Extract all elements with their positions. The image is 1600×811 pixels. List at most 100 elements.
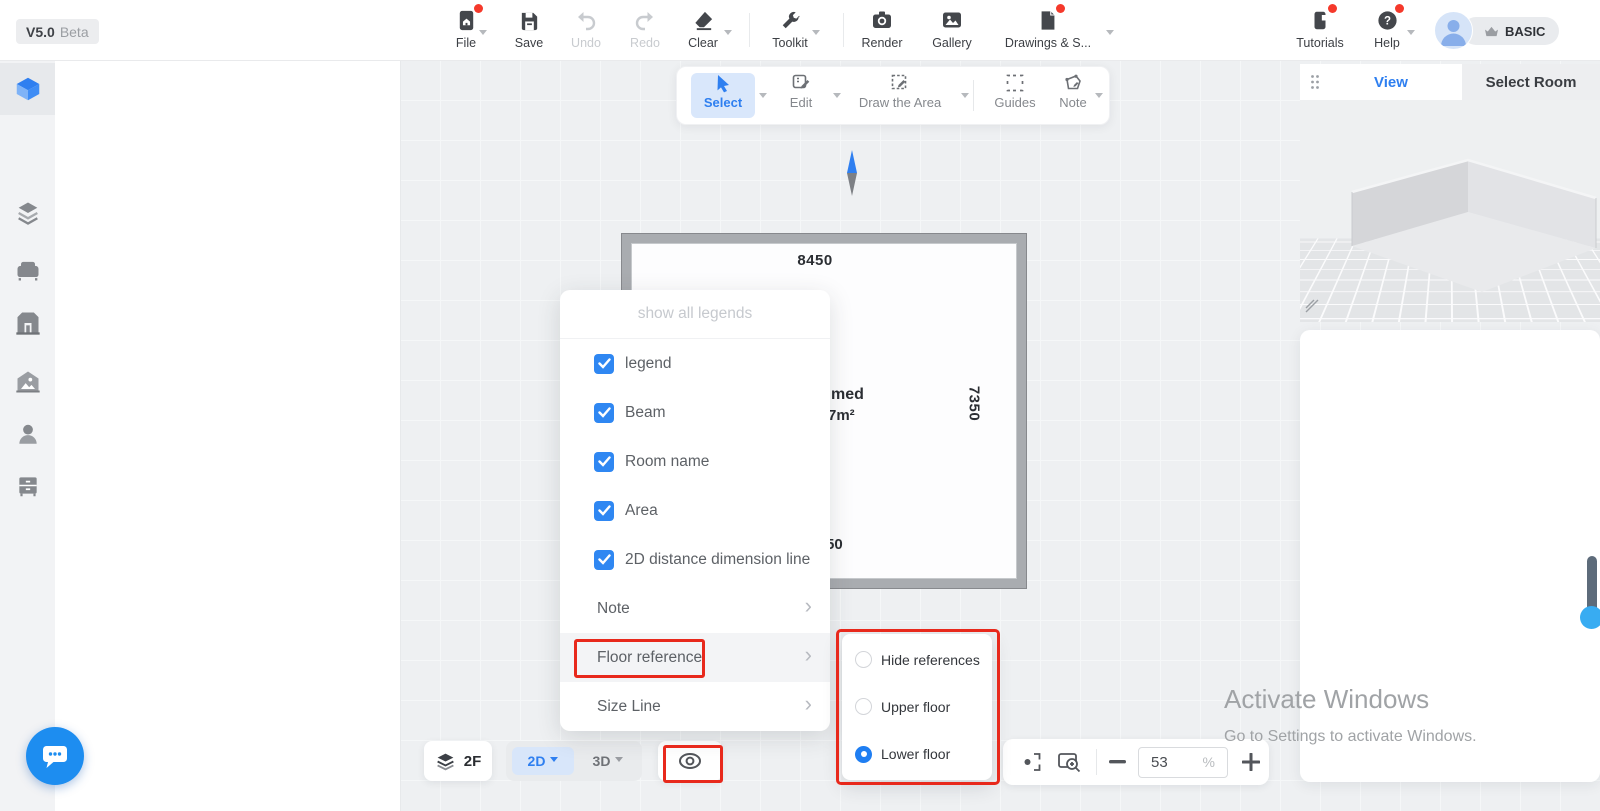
gallery-icon <box>939 7 965 33</box>
panel-scrollbar-thumb[interactable] <box>1580 606 1600 629</box>
menu-item-label: Floor reference <box>597 649 702 667</box>
note-tool-label: Note <box>1059 95 1086 110</box>
zoom-level-input[interactable]: 53 % <box>1138 747 1228 778</box>
visibility-button[interactable] <box>658 741 722 781</box>
menu-item-note[interactable]: Note › <box>560 584 830 633</box>
version-label: V5.0 <box>26 24 55 40</box>
guides-tool-button[interactable]: Guides <box>983 73 1047 110</box>
mode-3d-button[interactable]: 3D <box>574 753 642 769</box>
tab-select-room-label: Select Room <box>1486 74 1577 91</box>
rail-item-floorplan[interactable] <box>0 63 55 115</box>
note-tool-button[interactable]: Note <box>1049 73 1097 110</box>
undo-icon <box>573 7 599 33</box>
clear-caret-icon[interactable] <box>724 30 732 39</box>
resize-handle-icon[interactable] <box>1304 298 1320 314</box>
zoom-area-icon[interactable] <box>1057 751 1082 773</box>
rail-item-templates[interactable] <box>0 356 55 408</box>
rail-item-furniture[interactable] <box>0 244 55 296</box>
checkbox-checked-icon[interactable] <box>594 501 614 521</box>
tutorials-button[interactable]: Tutorials <box>1287 7 1353 50</box>
tab-select-room[interactable]: Select Room <box>1462 64 1600 100</box>
menu-item-2d-dimension-line[interactable]: 2D distance dimension line <box>560 535 830 584</box>
option-label: Hide references <box>881 652 980 668</box>
menu-item-room-name[interactable]: Room name <box>560 437 830 486</box>
zoom-in-icon[interactable] <box>1242 753 1260 771</box>
note-caret-icon[interactable] <box>1095 93 1103 102</box>
draw-area-caret-icon[interactable] <box>961 93 969 102</box>
gallery-label: Gallery <box>932 36 972 50</box>
radio-selected-icon[interactable] <box>855 746 872 763</box>
crown-icon <box>1484 25 1499 38</box>
viewport-tabs: View Select Room <box>1300 64 1600 100</box>
file-notification-dot <box>474 4 483 13</box>
edit-tool-button[interactable]: Edit <box>773 73 829 110</box>
checkbox-checked-icon[interactable] <box>594 354 614 374</box>
menu-item-area[interactable]: Area <box>560 486 830 535</box>
fit-view-icon[interactable] <box>1021 751 1043 773</box>
menu-item-label: 2D distance dimension line <box>625 551 810 569</box>
checkbox-checked-icon[interactable] <box>594 550 614 570</box>
select-tool-button[interactable]: Select <box>691 73 755 118</box>
menu-header[interactable]: show all legends <box>560 290 830 338</box>
drawings-button[interactable]: Drawings & S... <box>1000 7 1096 50</box>
undo-button[interactable]: Undo <box>553 7 619 50</box>
render-button[interactable]: Render <box>849 7 915 50</box>
chevron-right-icon: › <box>805 693 812 715</box>
gallery-button[interactable]: Gallery <box>919 7 985 50</box>
edit-caret-icon[interactable] <box>833 93 841 102</box>
select-caret-icon[interactable] <box>759 93 767 102</box>
dimension-top: 8450 <box>622 252 1008 269</box>
menu-item-floor-reference[interactable]: Floor reference › <box>560 633 830 682</box>
chat-support-button[interactable] <box>26 727 84 785</box>
note-icon <box>1063 73 1083 93</box>
file-caret-icon[interactable] <box>479 30 487 39</box>
checkbox-checked-icon[interactable] <box>594 403 614 423</box>
radio-unselected-icon[interactable] <box>855 651 872 668</box>
rail-item-account[interactable] <box>0 408 55 460</box>
option-upper-floor[interactable]: Upper floor <box>842 683 992 730</box>
document-icon <box>1035 7 1061 33</box>
floor-switch-button[interactable]: 2F <box>424 741 492 781</box>
checkbox-checked-icon[interactable] <box>594 452 614 472</box>
plan-badge[interactable]: BASIC <box>1462 17 1559 45</box>
redo-button[interactable]: Redo <box>612 7 678 50</box>
help-button[interactable]: ? Help <box>1354 7 1420 50</box>
tutorials-label: Tutorials <box>1296 36 1343 50</box>
header-divider <box>749 13 750 47</box>
blue-cube-icon <box>13 74 43 104</box>
floor-properties-panel <box>1300 330 1600 782</box>
toolkit-button[interactable]: Toolkit <box>757 7 823 50</box>
clear-button[interactable]: Clear <box>670 7 736 50</box>
draw-area-tool-button[interactable]: Draw the Area <box>845 73 955 110</box>
chevron-right-icon: › <box>805 595 812 617</box>
menu-item-legend[interactable]: legend <box>560 339 830 388</box>
tab-view[interactable]: View <box>1300 64 1462 100</box>
help-caret-icon[interactable] <box>1407 30 1415 39</box>
drawings-caret-icon[interactable] <box>1106 30 1114 39</box>
avatar[interactable] <box>1434 11 1473 50</box>
file-button[interactable]: File <box>433 7 499 50</box>
tutorials-notification-dot <box>1328 4 1337 13</box>
app-header: V5.0 Beta File Save Undo <box>0 0 1600 61</box>
save-label: Save <box>515 36 544 50</box>
legend-context-menu: show all legends legend Beam Room name A… <box>560 290 830 731</box>
rail-item-levels[interactable] <box>0 187 55 239</box>
rail-item-storage[interactable] <box>0 460 55 512</box>
radio-unselected-icon[interactable] <box>855 698 872 715</box>
sidebar-rail <box>0 60 55 811</box>
zoom-controls: 53 % <box>1003 739 1269 785</box>
rail-item-construction[interactable] <box>0 297 55 349</box>
doorway-icon <box>14 309 42 337</box>
drag-handle-icon[interactable] <box>1310 74 1320 90</box>
zoom-level-unit: % <box>1203 754 1215 770</box>
menu-item-size-line[interactable]: Size Line › <box>560 682 830 731</box>
option-hide-references[interactable]: Hide references <box>842 636 992 683</box>
zoom-out-icon[interactable] <box>1109 760 1126 764</box>
menu-item-beam[interactable]: Beam <box>560 388 830 437</box>
mode-2d-button[interactable]: 2D <box>512 747 574 775</box>
caret-down-icon <box>615 757 623 766</box>
3d-viewport[interactable] <box>1300 100 1600 322</box>
tab-view-label: View <box>1320 74 1462 91</box>
option-lower-floor[interactable]: Lower floor <box>842 731 992 778</box>
toolkit-caret-icon[interactable] <box>812 30 820 39</box>
